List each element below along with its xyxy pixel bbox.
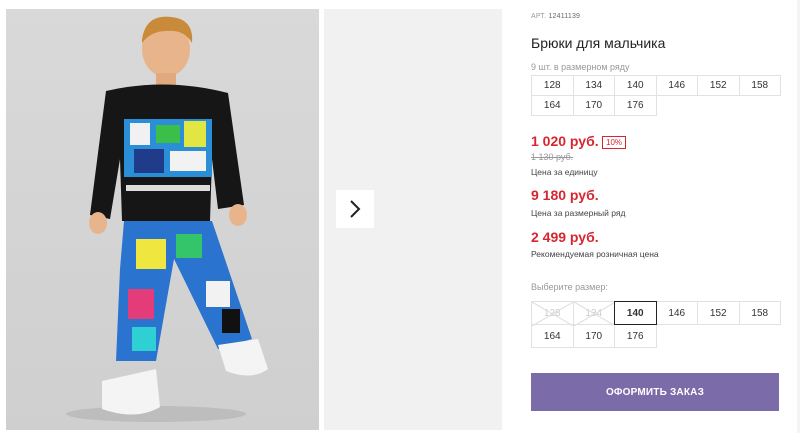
unavailable-strike-icon [532, 302, 574, 326]
unit-price: 1 020 руб. [531, 133, 599, 149]
size-option-label: 152 [709, 307, 727, 319]
size-option-selected[interactable]: 140 [614, 301, 657, 325]
size-option-label: 170 [585, 330, 603, 342]
article-value: 12411139 [548, 13, 581, 20]
size-option[interactable]: 170 [572, 324, 615, 348]
size-option[interactable]: 164 [531, 324, 574, 348]
size-option[interactable]: 176 [614, 324, 657, 348]
size-range-cell: 146 [655, 75, 698, 96]
size-option[interactable]: 152 [697, 301, 740, 325]
size-option[interactable]: 146 [655, 301, 698, 325]
product-title: Брюки для мальчика [531, 35, 666, 51]
size-option[interactable]: 158 [738, 301, 781, 325]
chevron-right-icon [350, 200, 361, 218]
size-grid-note: 9 шт. в размерном ряду [531, 62, 630, 72]
size-range-cell: 158 [738, 75, 781, 96]
product-photo[interactable] [6, 9, 319, 430]
old-price: 1 130 руб. [531, 152, 574, 162]
size-option-label: 176 [626, 330, 644, 342]
boy-in-tracksuit-image [66, 16, 268, 422]
size-range-cell: 152 [697, 75, 740, 96]
unit-price-caption: Цена за единицу [531, 167, 598, 177]
retail-price: 2 499 руб. [531, 229, 599, 245]
place-order-button[interactable]: ОФОРМИТЬ ЗАКАЗ [531, 373, 779, 411]
size-picker: 128 134 140 146 152 158 164 170 176 [531, 301, 781, 348]
choose-size-label: Выберите размер: [531, 282, 608, 292]
size-option-label: 146 [668, 307, 686, 319]
product-gallery [6, 9, 502, 430]
size-option-label: 140 [626, 307, 644, 319]
size-option-label: 164 [543, 330, 561, 342]
size-row-price-caption: Цена за размерный ряд [531, 208, 626, 218]
article-label: АРТ. [531, 13, 547, 20]
unavailable-strike-icon [573, 302, 615, 326]
next-photo-button[interactable] [336, 190, 374, 228]
article-number: АРТ. 12411139 [531, 13, 580, 20]
size-row-price: 9 180 руб. [531, 187, 599, 203]
size-option-disabled: 134 [572, 301, 615, 326]
discount-badge: 10% [602, 136, 627, 149]
size-range-cell: 176 [614, 95, 657, 116]
size-option-label: 158 [751, 307, 769, 319]
size-range-cell: 140 [614, 75, 657, 96]
retail-price-caption: Рекомендуемая розничная цена [531, 249, 659, 259]
size-range-cell: 164 [531, 95, 574, 116]
size-range-cell: 134 [572, 75, 615, 96]
size-option-disabled: 128 [531, 301, 574, 326]
size-range-cell: 170 [572, 95, 615, 116]
size-range-cell: 128 [531, 75, 574, 96]
size-range-grid: 128 134 140 146 152 158 164 170 176 [531, 75, 781, 116]
